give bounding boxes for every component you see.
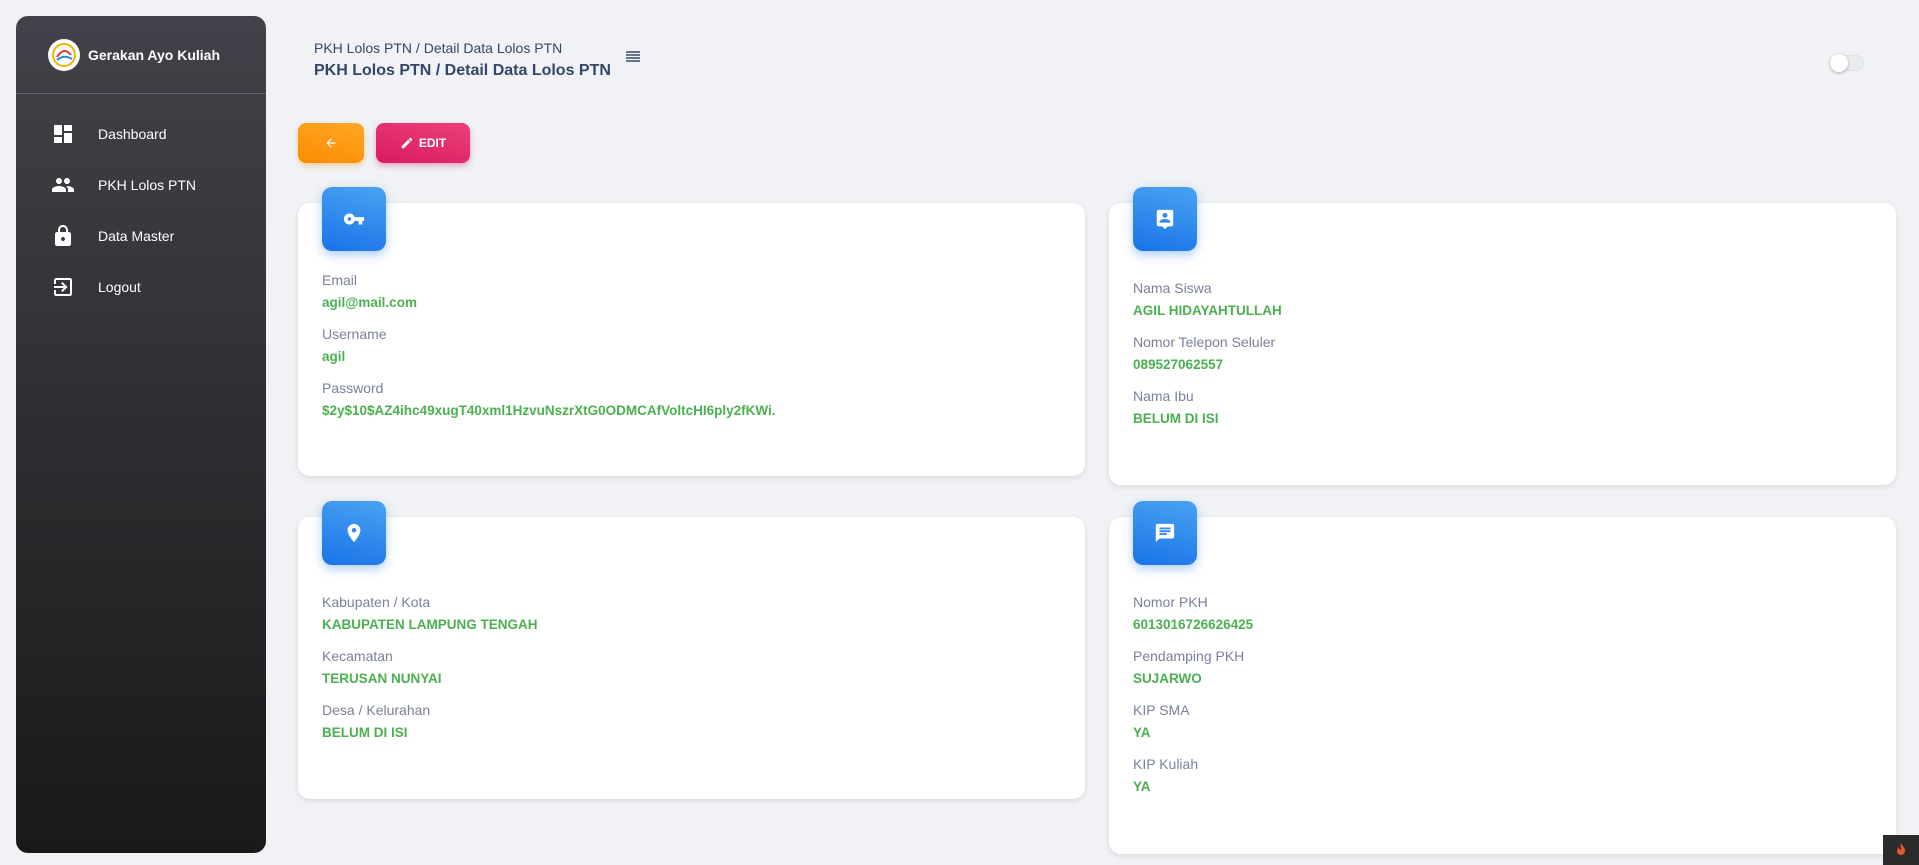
lock-icon [50,224,76,248]
field-label: Nama Ibu [1133,388,1194,404]
field-email: Email agil@mail.com [322,271,776,311]
logout-icon [50,275,76,299]
field-label: Kecamatan [322,648,393,664]
sidebar-item-label: Data Master [98,227,175,244]
sidebar: Gerakan Ayo Kuliah Dashboard PKH Lolos P… [16,16,266,853]
field-label: Username [322,326,387,342]
edit-button[interactable]: EDIT [376,123,470,163]
field-label: KIP SMA [1133,702,1190,718]
menu-icon[interactable] [626,51,640,63]
field-value: 6013016726626425 [1133,617,1254,632]
location-icon [322,501,386,565]
pencil-icon [401,137,413,149]
field-value: agil [322,349,346,364]
field-pendamping-pkh: Pendamping PKH SUJARWO [1133,647,1253,687]
toggle-knob [1830,54,1848,72]
field-nama-ibu: Nama Ibu BELUM DI ISI [1133,387,1282,427]
field-value: YA [1133,779,1151,794]
pkh-card: Nomor PKH 6013016726626425 Pendamping PK… [1109,501,1896,854]
field-value: BELUM DI ISI [322,725,408,740]
field-value: YA [1133,725,1151,740]
field-value: 089527062557 [1133,357,1224,372]
field-kabupaten: Kabupaten / Kota KABUPATEN LAMPUNG TENGA… [322,593,538,633]
field-value: $2y$10$AZ4ihc49xugT40xml1HzvuNszrXtG0ODM… [322,403,776,418]
field-label: Desa / Kelurahan [322,702,431,718]
field-label: Nomor PKH [1133,594,1208,610]
field-username: Username agil [322,325,776,365]
people-icon [50,173,76,197]
flame-icon [1897,843,1905,855]
student-card: Nama Siswa AGIL HIDAYAHTULLAH Nomor Tele… [1109,187,1896,485]
sidebar-item-pkh-lolos-ptn[interactable]: PKH Lolos PTN [16,159,266,210]
field-nama-siswa: Nama Siswa AGIL HIDAYAHTULLAH [1133,279,1282,319]
location-card: Kabupaten / Kota KABUPATEN LAMPUNG TENGA… [298,501,1085,799]
edit-button-label: EDIT [418,136,447,150]
sidebar-item-label: PKH Lolos PTN [98,176,197,193]
sidebar-item-dashboard[interactable]: Dashboard [16,108,266,159]
field-label: Nomor Telepon Seluler [1133,334,1276,350]
field-label: Kabupaten / Kota [322,594,431,610]
field-kip-kuliah: KIP Kuliah YA [1133,755,1253,795]
sidebar-nav: Dashboard PKH Lolos PTN Data Master Logo… [16,108,266,312]
field-label: KIP Kuliah [1133,756,1199,772]
field-password: Password $2y$10$AZ4ihc49xugT40xml1HzvuNs… [322,379,776,419]
contact-icon [1133,187,1197,251]
field-kip-sma: KIP SMA YA [1133,701,1253,741]
sidebar-item-label: Logout [98,278,141,295]
field-value: AGIL HIDAYAHTULLAH [1133,303,1282,318]
pkh-fields: Nomor PKH 6013016726626425 Pendamping PK… [1133,593,1253,809]
theme-toggle[interactable] [1830,54,1864,72]
location-fields: Kabupaten / Kota KABUPATEN LAMPUNG TENGA… [322,593,538,755]
field-value: KABUPATEN LAMPUNG TENGAH [322,617,538,632]
page-title: PKH Lolos PTN / Detail Data Lolos PTN [314,62,611,79]
sidebar-item-logout[interactable]: Logout [16,261,266,312]
field-value: agil@mail.com [322,295,417,310]
field-kecamatan: Kecamatan TERUSAN NUNYAI [322,647,538,687]
logo-icon [52,42,76,67]
field-desa: Desa / Kelurahan BELUM DI ISI [322,701,538,741]
sidebar-item-label: Dashboard [98,125,167,142]
breadcrumb[interactable]: PKH Lolos PTN / Detail Data Lolos PTN [314,40,611,56]
brand-name: Gerakan Ayo Kuliah [88,46,221,63]
student-fields: Nama Siswa AGIL HIDAYAHTULLAH Nomor Tele… [1133,279,1282,441]
sidebar-item-data-master[interactable]: Data Master [16,210,266,261]
field-value: TERUSAN NUNYAI [322,671,442,686]
field-nomor-pkh: Nomor PKH 6013016726626425 [1133,593,1253,633]
field-label: Nama Siswa [1133,280,1212,296]
field-label: Email [322,272,358,288]
brand-logo [48,38,80,71]
key-icon [322,187,386,251]
debug-toolbar-toggle[interactable] [1883,835,1919,865]
field-value: BELUM DI ISI [1133,411,1219,426]
account-card: Email agil@mail.com Username agil Passwo… [298,187,1085,476]
topbar: PKH Lolos PTN / Detail Data Lolos PTN PK… [314,40,611,80]
dashboard-icon [50,122,76,146]
field-label: Pendamping PKH [1133,648,1245,664]
field-value: SUJARWO [1133,671,1202,686]
field-label: Password [322,380,384,396]
account-fields: Email agil@mail.com Username agil Passwo… [322,271,776,433]
field-nomor-telepon: Nomor Telepon Seluler 089527062557 [1133,333,1282,373]
message-icon [1133,501,1197,565]
back-button[interactable] [298,123,364,163]
arrow-left-icon [326,138,336,148]
brand[interactable]: Gerakan Ayo Kuliah [16,16,266,94]
